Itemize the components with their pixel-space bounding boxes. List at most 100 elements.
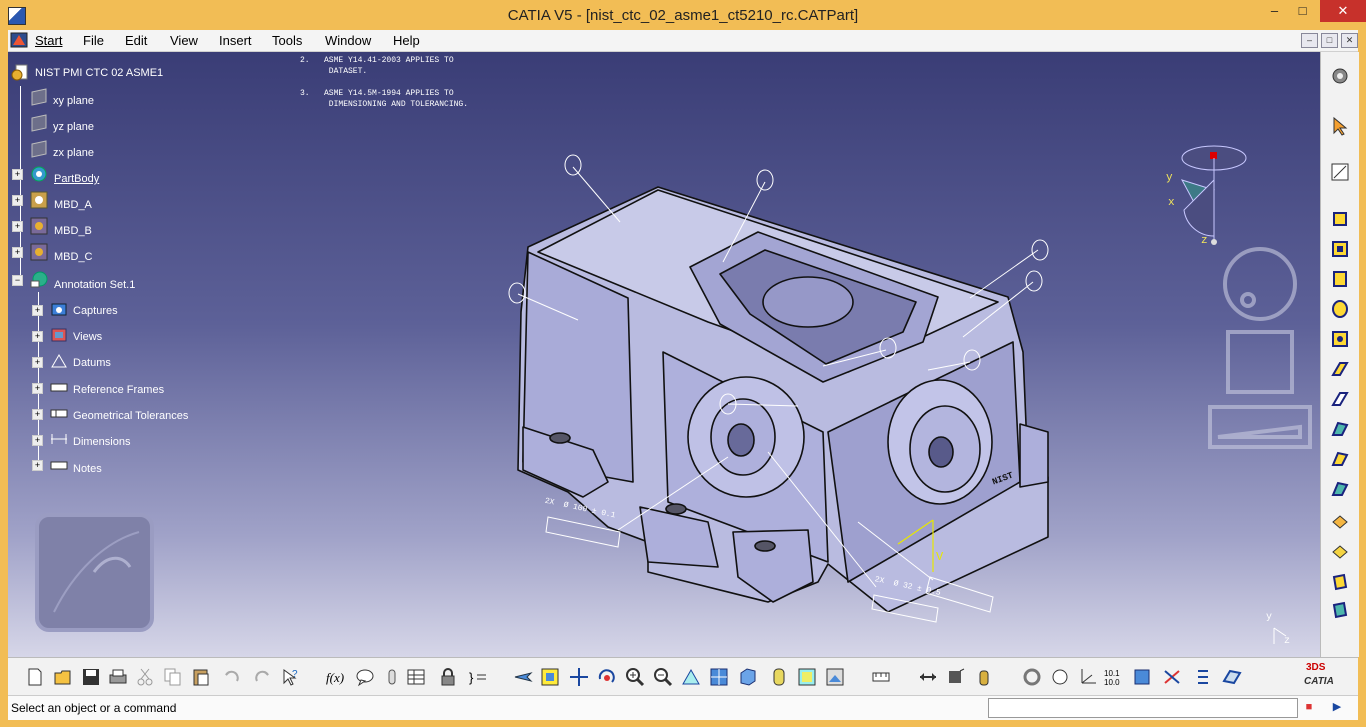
render-icon[interactable] (1132, 667, 1152, 687)
menu-start[interactable]: Start (35, 33, 62, 48)
menu-view[interactable]: View (170, 33, 198, 48)
plane-view-icon[interactable] (1222, 667, 1242, 687)
pan-icon[interactable] (569, 667, 589, 687)
status-bar: Select an object or a command ■ ▶ (8, 695, 1358, 720)
brand-ds: 3DS (1306, 662, 1326, 673)
select-arrow-icon[interactable] (1330, 116, 1350, 136)
slot-icon[interactable] (1330, 389, 1350, 409)
macro-icon[interactable]: } (468, 667, 488, 687)
loft-icon[interactable] (1330, 419, 1350, 439)
doc-minimize-button[interactable]: – (1301, 33, 1318, 48)
multi-view-icon[interactable] (709, 667, 729, 687)
grid-icon[interactable]: 10.110.0 (1104, 667, 1124, 687)
hide-show-icon[interactable] (797, 667, 817, 687)
menu-help[interactable]: Help (393, 33, 420, 48)
window-title: CATIA V5 - [nist_ctc_02_asme1_ct5210_rc.… (507, 7, 859, 24)
compass-axis-y: y (1166, 172, 1173, 184)
compass-axis-z: z (1201, 235, 1208, 247)
knowledge-icon[interactable] (382, 667, 402, 687)
svg-text:f(x): f(x) (326, 670, 344, 685)
3d-viewport[interactable]: NIST PMI CTC 02 ASME1 xy plane yz plane … (8, 52, 1320, 657)
right-toolbar (1320, 52, 1359, 657)
save-icon[interactable] (81, 667, 101, 687)
measure-icon[interactable] (871, 667, 891, 687)
constraint-icon[interactable] (1162, 667, 1182, 687)
menu-file[interactable]: File (83, 33, 104, 48)
iso-view-icon[interactable] (737, 667, 757, 687)
update-icon[interactable] (1022, 667, 1042, 687)
fit-all-icon[interactable] (540, 667, 560, 687)
paste-icon[interactable] (191, 667, 211, 687)
pocket-icon[interactable] (1330, 239, 1350, 259)
maximize-button[interactable]: □ (1286, 0, 1319, 22)
zoom-in-icon[interactable] (625, 667, 645, 687)
table-icon[interactable] (406, 667, 426, 687)
redo-icon[interactable] (253, 667, 273, 687)
menu-window[interactable]: Window (325, 33, 371, 48)
layer-icon[interactable] (1192, 667, 1212, 687)
menu-edit[interactable]: Edit (125, 33, 147, 48)
fly-mode-icon[interactable] (513, 667, 533, 687)
swap-visible-icon[interactable] (825, 667, 845, 687)
rotate-icon[interactable] (597, 667, 617, 687)
doc-close-button[interactable]: ✕ (1341, 33, 1358, 48)
mini-axis-y: y (1266, 612, 1273, 623)
brand-catia: CATIA (1304, 676, 1334, 687)
navigation-widget[interactable] (1208, 242, 1318, 452)
undo-icon[interactable] (221, 667, 241, 687)
bottom-toolbar: ? f(x) } 10.1 10.0 3DS CATIA (8, 657, 1358, 696)
new-icon[interactable] (25, 667, 45, 687)
hole-icon[interactable] (1330, 329, 1350, 349)
cancel-command-icon[interactable]: ■ (1300, 699, 1318, 715)
shaft-icon[interactable] (1330, 269, 1350, 289)
part-model[interactable] (8, 52, 1320, 657)
title-bar: CATIA V5 - [nist_ctc_02_asme1_ct5210_rc.… (0, 0, 1366, 30)
document-icon[interactable] (10, 32, 28, 48)
doc-restore-button[interactable]: □ (1321, 33, 1338, 48)
formula-icon[interactable]: f(x) (326, 667, 346, 687)
thread-icon[interactable] (1330, 600, 1350, 620)
datum-axis-label: V (936, 550, 944, 564)
close-button[interactable]: ✕ (1320, 0, 1366, 22)
comment-icon[interactable] (355, 667, 375, 687)
copy-icon[interactable] (163, 667, 183, 687)
measure-item-icon[interactable] (946, 667, 966, 687)
measure-between-icon[interactable] (918, 667, 938, 687)
svg-text:}: } (469, 670, 474, 685)
groove-icon[interactable] (1330, 299, 1350, 319)
svg-text:10.1: 10.1 (1104, 669, 1120, 678)
shell-icon[interactable] (1330, 542, 1350, 562)
sketcher-icon[interactable] (1330, 162, 1350, 182)
status-message: Select an object or a command (11, 701, 177, 715)
axis-system-icon[interactable] (1078, 667, 1098, 687)
zoom-out-icon[interactable] (653, 667, 673, 687)
whats-this-icon[interactable]: ? (281, 667, 301, 687)
compass-icon[interactable] (1156, 140, 1266, 250)
menu-insert[interactable]: Insert (219, 33, 252, 48)
svg-text:10.0: 10.0 (1104, 678, 1120, 687)
print-icon[interactable] (108, 667, 128, 687)
menu-bar: Start File Edit View Insert Tools Window… (8, 30, 1358, 52)
fillet-icon[interactable] (1330, 449, 1350, 469)
svg-text:?: ? (292, 669, 298, 680)
thickness-icon[interactable] (1330, 572, 1350, 592)
lock-icon[interactable] (438, 667, 458, 687)
menu-tools[interactable]: Tools (272, 33, 302, 48)
open-icon[interactable] (53, 667, 73, 687)
hand-icon[interactable] (1050, 667, 1070, 687)
draft-icon[interactable] (1330, 512, 1350, 532)
power-input-field[interactable] (988, 698, 1298, 718)
normal-view-icon[interactable] (681, 667, 701, 687)
mini-axis-z: z (1284, 636, 1291, 647)
gear-icon[interactable] (1330, 66, 1350, 86)
chamfer-icon[interactable] (1330, 479, 1350, 499)
catia-watermark-icon (35, 513, 154, 632)
catia-window: CATIA V5 - [nist_ctc_02_asme1_ct5210_rc.… (0, 0, 1366, 727)
compass-axis-x: x (1168, 197, 1175, 209)
pad-icon[interactable] (1330, 209, 1350, 229)
shading-icon[interactable] (769, 667, 789, 687)
cut-icon[interactable] (135, 667, 155, 687)
measure-inertia-icon[interactable] (974, 667, 994, 687)
run-command-icon[interactable]: ▶ (1328, 699, 1346, 715)
rib-icon[interactable] (1330, 359, 1350, 379)
